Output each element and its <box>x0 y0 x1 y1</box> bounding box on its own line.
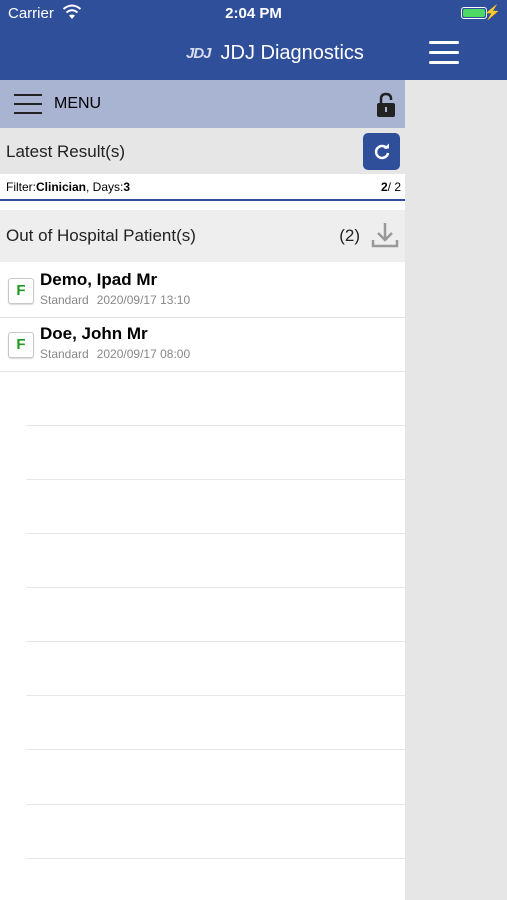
patient-type: Standard <box>40 293 89 307</box>
charging-icon: ⚡ <box>483 4 501 20</box>
patient-name: Demo, Ipad Mr <box>40 270 158 289</box>
page-total: / 2 <box>387 180 401 194</box>
status-badge: F <box>8 278 34 304</box>
empty-row-divider <box>26 425 405 426</box>
empty-row-divider <box>26 858 405 859</box>
patient-datetime: 2020/09/17 13:10 <box>96 293 191 307</box>
patient-row[interactable]: F Demo, Ipad Mr Standard 2020/09/17 13:10 <box>0 264 405 318</box>
page-current: 2 <box>380 180 388 194</box>
patient-group-count: (2) <box>339 226 360 245</box>
filter-summary: Filter:Clinician, Days:3 <box>6 180 130 194</box>
top-menu-icon[interactable] <box>429 41 459 65</box>
patient-datetime: 2020/09/17 08:00 <box>96 347 191 361</box>
menu-hamburger-icon[interactable] <box>14 94 42 114</box>
patient-meta: Standard 2020/09/17 13:10 <box>40 293 190 307</box>
app-header: Carrier 2:04 PM ⚡ JDJ JDJ Diagnostics <box>0 0 507 80</box>
filter-prefix: Filter: <box>6 180 36 194</box>
empty-row-divider <box>26 479 405 480</box>
patient-meta: Standard 2020/09/17 08:00 <box>40 347 190 361</box>
patient-group-header[interactable]: Out of Hospital Patient(s) (2) <box>0 210 405 262</box>
patient-group-label: Out of Hospital Patient(s) <box>6 226 196 245</box>
empty-row-divider <box>26 804 405 805</box>
status-time: 2:04 PM <box>225 5 282 22</box>
filter-clinician: Clinician <box>36 180 87 194</box>
filter-days: 3 <box>123 180 131 194</box>
refresh-button[interactable] <box>363 133 400 170</box>
filter-bar[interactable]: Filter:Clinician, Days:3 2/ 2 <box>0 174 405 201</box>
app-logo: JDJ <box>186 44 212 62</box>
lock-icon[interactable] <box>375 92 397 118</box>
page-indicator: 2/ 2 <box>381 180 401 194</box>
status-bar: Carrier 2:04 PM ⚡ <box>0 0 507 28</box>
empty-row-divider <box>26 695 405 696</box>
menu-label[interactable]: MENU <box>54 95 101 113</box>
menu-bar[interactable]: MENU <box>0 80 405 128</box>
empty-row-divider <box>26 641 405 642</box>
latest-results-label: Latest Result(s) <box>6 142 126 161</box>
patient-type: Standard <box>40 347 89 361</box>
filter-days-prefix: , Days: <box>86 180 124 194</box>
status-badge: F <box>8 332 34 358</box>
latest-results-header: Latest Result(s) <box>0 128 405 174</box>
download-icon[interactable] <box>370 220 400 250</box>
patient-row[interactable]: F Doe, John Mr Standard 2020/09/17 08:00 <box>0 318 405 372</box>
refresh-icon <box>374 143 389 159</box>
empty-row-divider <box>26 749 405 750</box>
app-brand: JDJ JDJ Diagnostics <box>186 38 364 68</box>
side-panel <box>405 80 507 900</box>
empty-row-divider <box>26 587 405 588</box>
app-title: JDJ Diagnostics <box>220 41 364 64</box>
empty-row-divider <box>26 533 405 534</box>
patient-name: Doe, John Mr <box>40 324 148 343</box>
